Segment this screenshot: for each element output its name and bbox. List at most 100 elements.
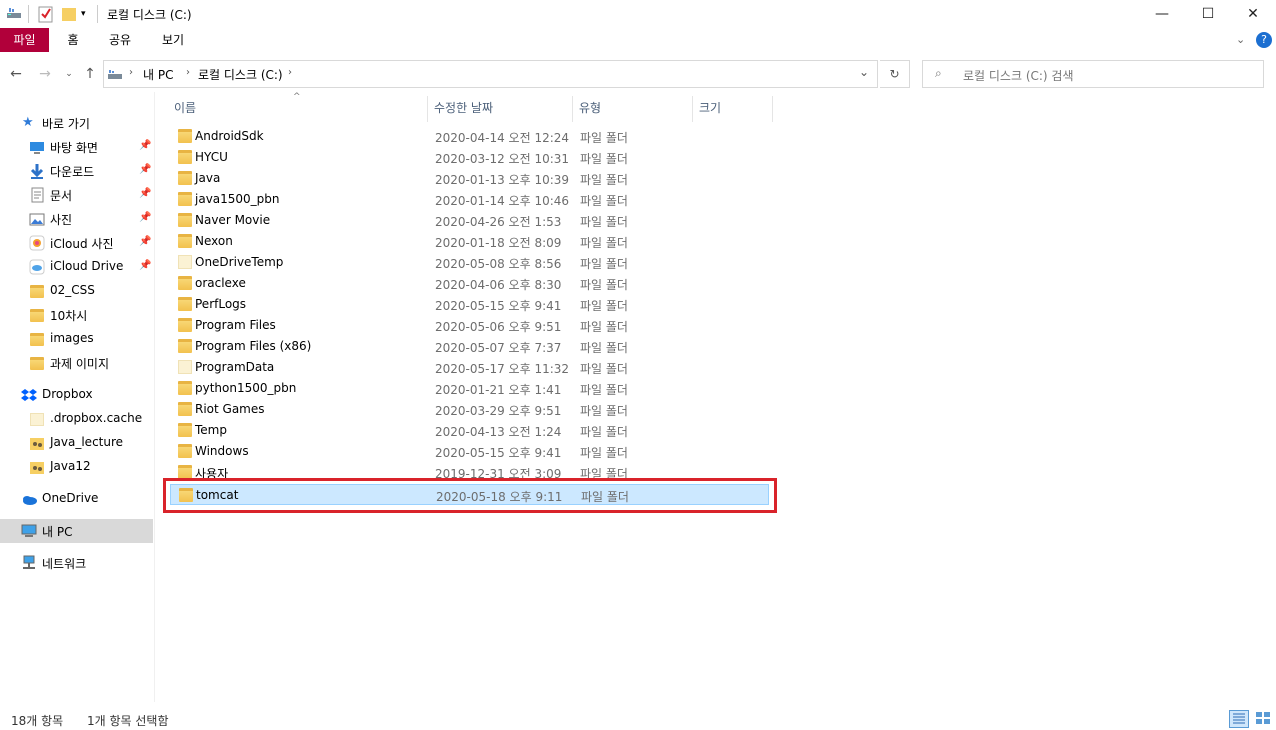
column-header-name[interactable]: 이름 [168,96,428,122]
file-row[interactable]: Naver Movie 2020-04-26 오전 1:53 파일 폴더 [170,210,769,231]
expand-ribbon-icon[interactable]: ⌄ [1236,33,1245,46]
file-row[interactable]: oraclexe 2020-04-06 오후 8:30 파일 폴더 [170,273,769,294]
minimize-button[interactable]: — [1139,0,1185,28]
column-header-date-modified[interactable]: 수정한 날짜 [428,96,573,122]
file-name: AndroidSdk [195,129,264,143]
close-button[interactable]: ✕ [1230,0,1276,28]
folder-icon [178,150,192,164]
recent-locations-icon[interactable]: ⌄ [60,65,78,83]
sidebar-item-label: 10차시 [50,309,88,323]
file-row[interactable]: Windows 2020-05-15 오후 9:41 파일 폴더 [170,441,769,462]
properties-icon[interactable] [38,5,54,23]
file-type: 파일 폴더 [580,425,628,439]
file-row[interactable]: python1500_pbn 2020-01-21 오후 1:41 파일 폴더 [170,378,769,399]
sidebar-item-02-css[interactable]: 02_CSS [0,279,153,303]
file-row[interactable]: Program Files (x86) 2020-05-07 오후 7:37 파일 … [170,336,769,357]
tab-view[interactable]: 보기 [154,28,192,52]
new-folder-icon[interactable] [61,5,77,23]
file-date-modified: 2020-05-17 오후 11:32 [435,362,570,376]
title-bar: ▾ 로컬 디스크 (C:) — ☐ ✕ [0,0,1276,28]
search-icon: ⌕ [935,66,942,80]
tab-file[interactable]: 파일 [0,28,49,52]
folder-icon [178,255,192,269]
status-bar: 18개 항목 1개 항목 선택함 [0,706,1276,730]
sidebar-item-quick-access[interactable]: ★ 바로 가기 [0,111,153,135]
column-header-size[interactable]: 크기 [693,96,773,122]
file-name: Program Files (x86) [195,339,312,353]
breadcrumb-chevron-icon[interactable]: › [288,67,292,78]
up-arrow-icon[interactable]: ↑ [81,65,99,83]
large-icons-view-button[interactable] [1254,710,1272,728]
tab-home[interactable]: 홈 [56,28,90,52]
file-date-modified: 2020-05-15 오후 9:41 [435,299,562,313]
file-type: 파일 폴더 [580,194,628,208]
sidebar-item-assignment-images[interactable]: 과제 이미지 [0,351,153,375]
folder-icon [30,333,44,346]
file-row[interactable]: ProgramData 2020-05-17 오후 11:32 파일 폴더 [170,357,769,378]
column-header-type[interactable]: 유형 [573,96,693,122]
sidebar-item-pictures[interactable]: 사진 📌 [0,207,153,231]
file-row[interactable]: Temp 2020-04-13 오전 1:24 파일 폴더 [170,420,769,441]
file-list: ^ 이름 수정한 날짜 유형 크기 AndroidSdk 2020-04-14 오… [160,92,1276,702]
file-row[interactable]: Program Files 2020-05-06 오후 9:51 파일 폴더 [170,315,769,336]
forward-arrow-icon[interactable]: → [36,65,54,83]
breadcrumb-local-disk[interactable]: 로컬 디스크 (C:) [198,66,283,83]
sidebar-item-label: 문서 [50,189,73,203]
details-view-button[interactable] [1229,710,1249,728]
search-box[interactable]: ⌕ 로컬 디스크 (C:) 검색 [922,60,1264,88]
file-type: 파일 폴더 [580,404,628,418]
file-name: Java [195,171,221,185]
maximize-button[interactable]: ☐ [1185,0,1231,28]
file-name: ProgramData [195,360,275,374]
annotation-highlight-box [163,478,777,513]
back-arrow-icon[interactable]: ← [7,65,25,83]
navigation-bar: ← → ⌄ ↑ › 내 PC › 로컬 디스크 (C:) › ⌄ ↻ ⌕ 로컬 … [0,56,1276,92]
sidebar-item-10chasi[interactable]: 10차시 [0,303,153,327]
address-history-icon[interactable]: ⌄ [859,65,869,79]
file-row[interactable]: Java 2020-01-13 오후 10:39 파일 폴더 [170,168,769,189]
folder-icon [178,339,192,353]
breadcrumb-chevron-icon[interactable]: › [186,67,190,78]
file-type: 파일 폴더 [580,320,628,334]
drive-icon[interactable] [6,5,22,23]
file-date-modified: 2020-05-08 오후 8:56 [435,257,562,271]
sidebar-item-downloads[interactable]: 다운로드 📌 [0,159,153,183]
sidebar-item-dropbox[interactable]: Dropbox [0,383,153,407]
file-type: 파일 폴더 [580,131,628,145]
sidebar-item-icloud-drive[interactable]: iCloud Drive 📌 [0,255,153,279]
sidebar-item-onedrive[interactable]: OneDrive [0,487,153,511]
sidebar-item-network[interactable]: 네트워크 [0,551,153,575]
file-date-modified: 2020-01-14 오후 10:46 [435,194,570,208]
file-date-modified: 2020-01-18 오전 8:09 [435,236,562,250]
pin-icon: 📌 [139,236,152,247]
file-row[interactable]: Riot Games 2020-03-29 오후 9:51 파일 폴더 [170,399,769,420]
quick-access-dropdown-icon[interactable]: ▾ [81,5,91,23]
address-bar[interactable]: › 내 PC › 로컬 디스크 (C:) › ⌄ [103,60,878,88]
sidebar-item-images[interactable]: images [0,327,153,351]
refresh-button[interactable]: ↻ [880,60,910,88]
file-name: OneDriveTemp [195,255,284,269]
file-row[interactable]: Nexon 2020-01-18 오전 8:09 파일 폴더 [170,231,769,252]
file-row[interactable]: HYCU 2020-03-12 오전 10:31 파일 폴더 [170,147,769,168]
sidebar-item-this-pc[interactable]: 내 PC [0,519,153,543]
file-name: Program Files [195,318,276,332]
file-name: Riot Games [195,402,265,416]
sidebar-item-label: images [50,331,94,345]
sidebar-item-java12[interactable]: Java12 [0,455,153,479]
file-date-modified: 2020-05-06 오후 9:51 [435,320,562,334]
sidebar-item-java-lecture[interactable]: Java_lecture [0,431,153,455]
file-row[interactable]: OneDriveTemp 2020-05-08 오후 8:56 파일 폴더 [170,252,769,273]
file-row[interactable]: java1500_pbn 2020-01-14 오후 10:46 파일 폴더 [170,189,769,210]
sidebar-item-label: 다운로드 [50,165,95,179]
sidebar-item-icloud-photos[interactable]: iCloud 사진 📌 [0,231,153,255]
breadcrumb-chevron-icon[interactable]: › [129,67,133,78]
file-row[interactable]: AndroidSdk 2020-04-14 오전 12:24 파일 폴더 [170,126,769,147]
breadcrumb-this-pc[interactable]: 내 PC [143,66,173,83]
help-icon[interactable]: ? [1256,32,1272,48]
tab-share[interactable]: 공유 [101,28,139,52]
sidebar-item-dropbox-cache[interactable]: .dropbox.cache [0,407,153,431]
sidebar-item-desktop[interactable]: 바탕 화면 📌 [0,135,153,159]
file-row[interactable]: PerfLogs 2020-05-15 오후 9:41 파일 폴더 [170,294,769,315]
network-icon [21,555,37,571]
sidebar-item-documents[interactable]: 문서 📌 [0,183,153,207]
